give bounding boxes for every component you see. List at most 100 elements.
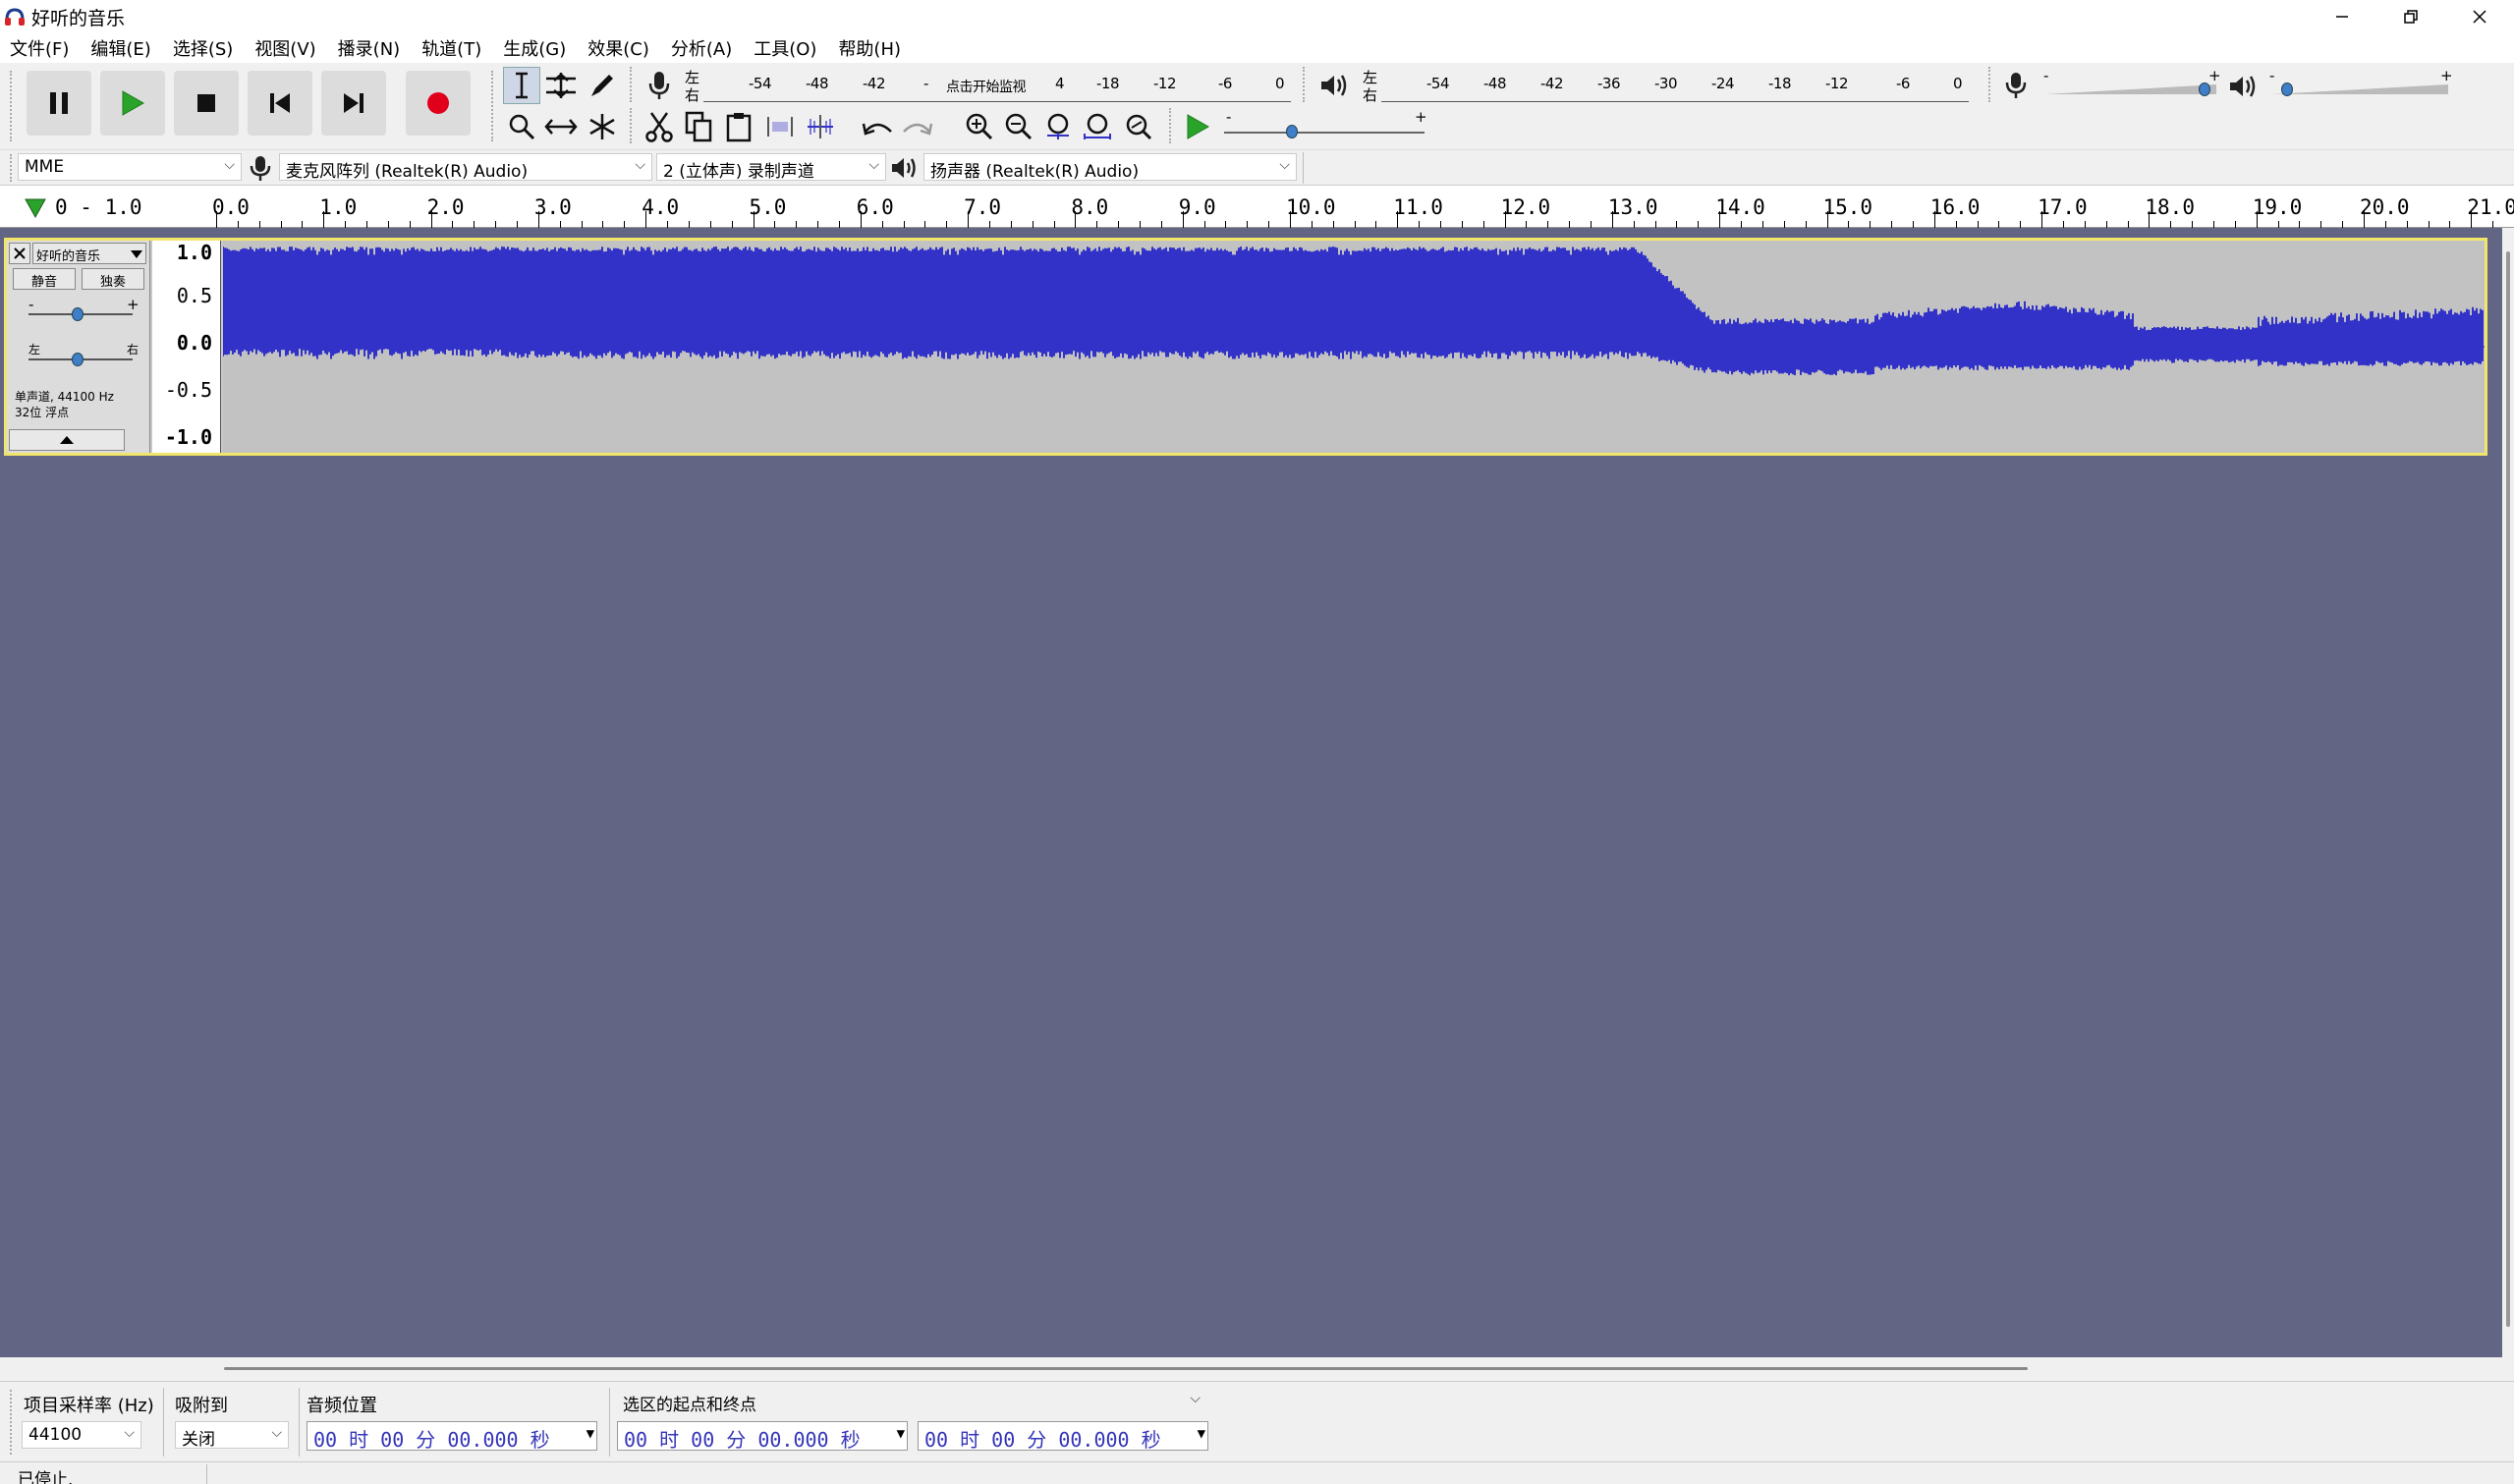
triangle-up-icon [60,436,74,444]
trim-button[interactable] [761,108,799,145]
triangle-down-icon[interactable]: ▼ [897,1426,905,1442]
skip-to-start-button[interactable] [248,71,312,136]
menu-generate[interactable]: 生成(G) [503,35,566,61]
toolbar-grip[interactable] [630,67,636,102]
mute-button[interactable]: 静音 [13,268,76,290]
menu-tools[interactable]: 工具(O) [754,35,816,61]
zoom-toggle-button[interactable] [1120,108,1157,145]
playback-device-select[interactable]: 扬声器 (Realtek(R) Audio) ⌵ [923,153,1297,181]
snap-to-select[interactable]: 关闭 ⌵ [175,1421,289,1449]
selection-tool-button[interactable] [503,67,540,104]
menu-select[interactable]: 选择(S) [173,35,233,61]
record-meter[interactable]: -54 -48 -42 - 点击开始监视 4 -18 -12 -6 0 [703,69,1291,102]
toolbar-grip[interactable] [1303,67,1309,102]
fit-project-button[interactable] [1079,108,1116,145]
stop-button[interactable] [174,71,239,136]
track-close-button[interactable] [9,243,30,264]
horizontal-scrollbar[interactable] [0,1357,2514,1381]
zoom-in-button[interactable] [961,108,998,145]
recording-device-select[interactable]: 麦克风阵列 (Realtek(R) Audio) ⌵ [279,153,652,181]
slider-knob[interactable] [1285,125,1298,138]
multi-tool-button[interactable] [584,108,621,145]
toolbar-grip[interactable] [10,1390,16,1455]
timeline-ruler[interactable]: 0 - 1.0 0.0 1.0 2.0 3.0 4.0 5.0 6.0 7.0 8.0 9.0 10… [0,185,2514,229]
vertical-scroll-thumb[interactable] [2506,251,2510,1327]
pause-button[interactable] [27,71,91,136]
playback-meter-button[interactable] [1316,67,1354,104]
triangle-down-icon[interactable]: ▼ [1198,1426,1205,1442]
play-speed-slider[interactable]: - + [1222,108,1428,141]
scale-label: -0.5 [164,378,212,402]
playback-meter[interactable]: -54 -48 -42 -36 -30 -24 -18 -12 -6 0 [1381,69,1969,102]
silence-button[interactable] [802,108,839,145]
toolbar-grip[interactable] [1988,67,1994,102]
track-panel[interactable]: 好听的音乐 静音 独奏 - + 左 右 单声道, 44100 Hz 32位 浮点… [0,228,2502,1357]
pan-slider[interactable]: 左 右 [17,343,140,370]
menu-edit[interactable]: 编辑(E) [90,35,150,61]
audio-position-field[interactable]: 00 时 00 分 00.000 秒 ▼ [307,1421,597,1451]
minimize-button[interactable] [2308,0,2376,33]
slider-track [1224,132,1425,134]
menu-file[interactable]: 文件(F) [10,35,69,61]
toolbar-grip[interactable] [10,154,16,182]
menu-help[interactable]: 帮助(H) [838,35,901,61]
toolbar-grip[interactable] [491,71,497,141]
record-meter-button[interactable] [641,67,678,104]
menu-tracks[interactable]: 轨道(T) [421,35,481,61]
slider-knob[interactable] [72,353,84,366]
menu-analyze[interactable]: 分析(A) [671,35,732,61]
undo-button[interactable] [860,108,897,145]
menu-view[interactable]: 视图(V) [254,35,315,61]
menu-effect[interactable]: 效果(C) [587,35,649,61]
selection-end-field[interactable]: 00 时 00 分 00.000 秒 ▼ [918,1421,1208,1451]
minimize-icon [2336,16,2348,18]
gain-slider[interactable]: - + [17,296,140,325]
paste-button[interactable] [721,108,758,145]
project-rate-select[interactable]: 44100 ⌵ [22,1421,141,1449]
playback-volume-slider[interactable]: - + [2269,67,2453,100]
zoom-toggle-icon [1126,114,1152,140]
play-button[interactable] [100,71,165,136]
menu-transport[interactable]: 播录(N) [338,35,401,61]
audio-track[interactable]: 好听的音乐 静音 独奏 - + 左 右 单声道, 44100 Hz 32位 浮点… [4,238,2487,456]
audio-host-select[interactable]: MME ⌵ [18,153,242,181]
amplitude-scale[interactable]: 1.0 0.5 0.0 -0.5 -1.0 [152,241,221,453]
draw-tool-button[interactable] [584,67,621,104]
track-name-menu-button[interactable]: 好听的音乐 [32,243,146,264]
skip-to-end-button[interactable] [321,71,386,136]
record-button[interactable] [406,71,471,136]
zoom-out-button[interactable] [1000,108,1037,145]
cut-button[interactable] [641,108,678,145]
zoom-tool-button[interactable] [503,108,540,145]
speaker-icon [1321,75,1347,96]
vertical-scrollbar[interactable] [2502,228,2514,1357]
envelope-tool-button[interactable] [542,67,580,104]
close-button[interactable] [2445,0,2514,33]
copy-button[interactable] [681,108,718,145]
selection-start-field[interactable]: 00 时 00 分 00.000 秒 ▼ [617,1421,908,1451]
waveform[interactable] [223,241,2485,453]
triangle-down-icon[interactable]: ▼ [587,1426,594,1442]
pin-head-icon[interactable] [24,197,47,219]
time-shift-tool-button[interactable] [542,108,580,145]
slider-knob[interactable] [2198,82,2210,96]
slider-knob[interactable] [72,307,84,321]
play-at-speed-button[interactable] [1179,108,1216,145]
slider-knob[interactable] [2281,82,2294,96]
record-volume-slider[interactable]: - + [2043,67,2221,100]
selection-mode-select[interactable]: 选区的起点和终点 ⌵ [617,1388,1206,1415]
ruler-tick-label: 3.0 [533,195,572,219]
toolbar-grip[interactable] [1169,108,1175,143]
collapse-track-button[interactable] [9,429,125,451]
toolbar-grip[interactable] [630,108,636,143]
fit-selection-button[interactable] [1039,108,1077,145]
chevron-down-icon: ⌵ [1190,1391,1201,1406]
restore-button[interactable] [2376,0,2445,33]
horizontal-scroll-thumb[interactable] [224,1367,2028,1370]
redo-button[interactable] [898,108,935,145]
solo-button[interactable]: 独奏 [82,268,144,290]
scale-label: 0.5 [176,284,212,307]
playback-meter-tick: -6 [1896,75,1910,92]
toolbar-grip[interactable] [10,71,16,141]
recording-channels-select[interactable]: 2 (立体声) 录制声道 ⌵ [656,153,886,181]
